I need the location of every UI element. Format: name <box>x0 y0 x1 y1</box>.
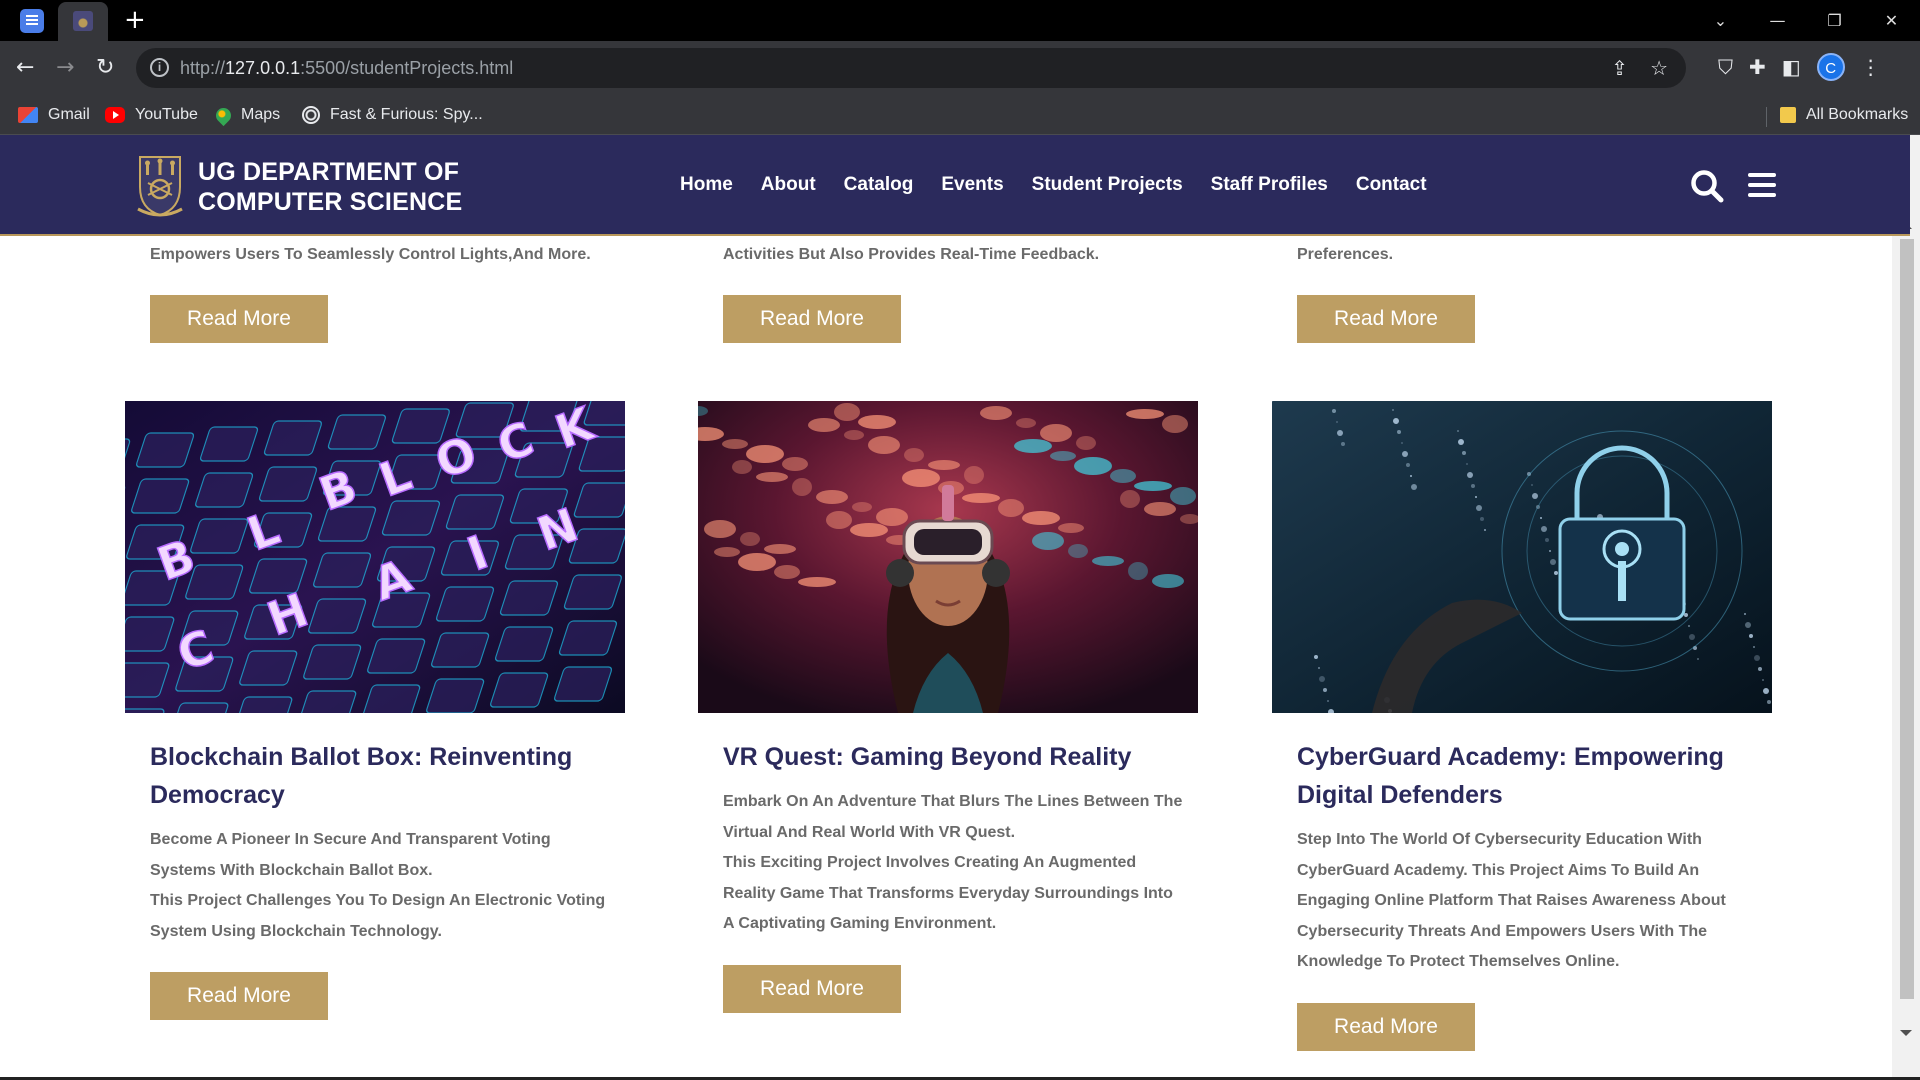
bookmark-youtube[interactable]: YouTube <box>105 106 198 124</box>
bookmark-star-icon[interactable]: ☆ <box>1650 56 1668 80</box>
window-controls: ⌄ — ❐ ✕ <box>1692 0 1920 41</box>
description-paragraph: Step Into The World Of Cybersecurity Edu… <box>1297 831 1726 970</box>
search-icon[interactable] <box>1690 169 1724 203</box>
nav-home[interactable]: Home <box>680 174 733 196</box>
bookmark-label: Gmail <box>48 106 90 123</box>
brand-line-1: UG DEPARTMENT OF <box>198 158 460 186</box>
cyber-padlock-image[interactable] <box>1272 401 1772 713</box>
bookmark-label: Fast & Furious: Spy... <box>330 106 483 123</box>
restore-icon[interactable]: ❐ <box>1806 11 1863 30</box>
browser-tabstrip: + ⌄ — ❐ ✕ <box>0 0 1920 41</box>
extensions-puzzle-icon[interactable]: ✚ <box>1749 55 1766 79</box>
blockchain-image[interactable]: B L O C K B L C H A I N <box>125 401 625 713</box>
new-tab-plus-icon[interactable]: + <box>124 7 146 33</box>
nav-about[interactable]: About <box>761 174 816 196</box>
share-icon[interactable]: ⇪ <box>1611 56 1628 80</box>
scroll-thumb[interactable] <box>1900 239 1914 999</box>
url-path: :5500/studentProjects.html <box>300 58 514 78</box>
university-crest-icon[interactable] <box>134 155 186 217</box>
project-description: Become A Pioneer In Secure And Transpare… <box>150 825 610 947</box>
bookmark-maps[interactable]: Maps <box>212 104 281 126</box>
nav-student-projects[interactable]: Student Projects <box>1032 174 1183 196</box>
hamburger-menu-icon[interactable] <box>1748 173 1776 197</box>
forward-arrow-icon[interactable]: → <box>56 56 74 80</box>
project-title[interactable]: VR Quest: Gaming Beyond Reality <box>723 738 1163 776</box>
address-url[interactable]: http://127.0.0.1:5500/studentProjects.ht… <box>180 58 513 79</box>
browser-menu-kebab-icon[interactable]: ⋮ <box>1861 55 1881 79</box>
maps-icon <box>212 104 235 126</box>
read-more-button[interactable]: Read More <box>1297 1003 1475 1051</box>
site-brand[interactable]: UG DEPARTMENT OF COMPUTER SCIENCE <box>198 157 462 217</box>
bookmark-gmail[interactable]: Gmail <box>18 106 90 124</box>
bookmarks-bar: Gmail YouTube Maps Fast & Furious: Spy..… <box>0 97 1920 135</box>
site-favicon-icon <box>73 11 93 31</box>
prev-card-description: Activities But Also Provides Real-Time F… <box>723 246 1100 263</box>
scroll-down-arrow-icon[interactable] <box>1900 1030 1912 1036</box>
nav-staff-profiles[interactable]: Staff Profiles <box>1211 174 1328 196</box>
all-bookmarks[interactable]: All Bookmarks <box>1780 106 1908 124</box>
bookmark-fast-furious[interactable]: Fast & Furious: Spy... <box>302 106 483 124</box>
project-description: Embark On An Adventure That Blurs The Li… <box>723 787 1183 940</box>
tab-search-chevron-icon[interactable]: ⌄ <box>1692 11 1749 30</box>
description-paragraph: This Exciting Project Involves Creating … <box>723 854 1173 932</box>
nav-contact[interactable]: Contact <box>1356 174 1427 196</box>
active-tab[interactable] <box>58 2 108 41</box>
side-panel-icon[interactable]: ◧ <box>1782 55 1801 79</box>
brand-line-2: COMPUTER SCIENCE <box>198 188 463 216</box>
vr-headset-image[interactable] <box>698 401 1198 713</box>
nav-catalog[interactable]: Catalog <box>844 174 914 196</box>
site-header: UG DEPARTMENT OF COMPUTER SCIENCE Home A… <box>0 135 1910 236</box>
profile-avatar[interactable]: C <box>1816 53 1845 81</box>
read-more-button[interactable]: Read More <box>1297 295 1475 343</box>
description-paragraph: Embark On An Adventure That Blurs The Li… <box>723 793 1183 841</box>
close-window-icon[interactable]: ✕ <box>1863 11 1920 30</box>
prev-card-description: Preferences. <box>1297 246 1394 263</box>
read-more-button[interactable]: Read More <box>150 972 328 1020</box>
read-more-button[interactable]: Read More <box>723 295 901 343</box>
description-paragraph: This Project Challenges You To Design An… <box>150 892 606 940</box>
main-nav: Home About Catalog Events Student Projec… <box>680 174 1427 196</box>
page-scrollbar[interactable] <box>1892 135 1920 1080</box>
address-bar[interactable]: i http://127.0.0.1:5500/studentProjects.… <box>136 48 1686 88</box>
page-viewport: UG DEPARTMENT OF COMPUTER SCIENCE Home A… <box>0 135 1920 1080</box>
folder-icon <box>1780 107 1796 123</box>
bookmark-label: Maps <box>241 106 281 123</box>
docs-tab-icon[interactable] <box>20 9 44 33</box>
bookmark-label: YouTube <box>135 106 198 123</box>
youtube-icon <box>105 107 125 123</box>
read-more-button[interactable]: Read More <box>150 295 328 343</box>
read-more-button[interactable]: Read More <box>723 965 901 1013</box>
project-title[interactable]: Blockchain Ballot Box: Reinventing Democ… <box>150 738 590 814</box>
shield-extension-icon[interactable]: ⛉ <box>1718 55 1733 79</box>
nav-events[interactable]: Events <box>941 174 1003 196</box>
reload-icon[interactable]: ↻ <box>96 56 114 80</box>
globe-icon <box>302 106 320 124</box>
url-host: 127.0.0.1 <box>225 58 301 78</box>
description-paragraph: Become A Pioneer In Secure And Transpare… <box>150 831 551 879</box>
project-description: Step Into The World Of Cybersecurity Edu… <box>1297 825 1757 978</box>
all-bookmarks-label: All Bookmarks <box>1806 106 1909 123</box>
bookmarks-separator <box>1766 107 1767 127</box>
project-title[interactable]: CyberGuard Academy: Empowering Digital D… <box>1297 738 1737 814</box>
minimize-icon[interactable]: — <box>1749 11 1806 30</box>
gmail-icon <box>18 107 38 123</box>
back-arrow-icon[interactable]: ← <box>16 56 34 80</box>
browser-toolbar: ← → ↻ i http://127.0.0.1:5500/studentPro… <box>0 41 1920 97</box>
site-info-icon[interactable]: i <box>150 58 169 77</box>
prev-card-description: Empowers Users To Seamlessly Control Lig… <box>150 246 591 263</box>
url-scheme: http:// <box>180 58 226 78</box>
